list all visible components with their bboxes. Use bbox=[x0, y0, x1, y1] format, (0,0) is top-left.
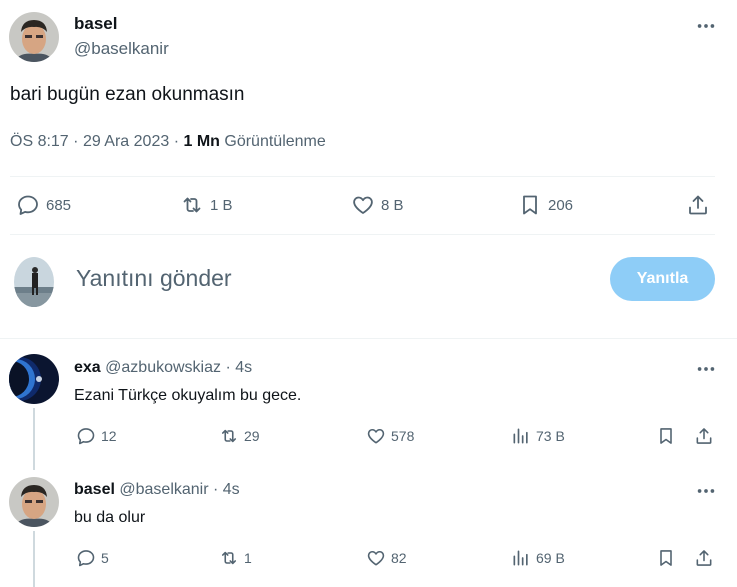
reply-author-handle[interactable]: @azbukowskiaz bbox=[105, 359, 221, 376]
reply-count: 12 bbox=[101, 428, 117, 444]
like-button[interactable]: 8 B bbox=[351, 193, 404, 217]
views-count: 73 B bbox=[536, 428, 565, 444]
reply-separator: · bbox=[213, 481, 219, 498]
like-count: 82 bbox=[391, 550, 407, 566]
reply-button[interactable]: 12 bbox=[76, 426, 117, 446]
author-name[interactable]: basel bbox=[74, 14, 117, 34]
reply-count: 5 bbox=[101, 550, 109, 566]
reply-time[interactable]: 4s bbox=[235, 359, 252, 376]
tweet-date[interactable]: 29 Ara 2023 bbox=[83, 133, 169, 150]
retweet-count: 1 bbox=[244, 550, 252, 566]
heart-icon bbox=[367, 428, 385, 444]
share-icon bbox=[689, 195, 707, 215]
more-options-icon[interactable] bbox=[695, 480, 717, 502]
share-button[interactable] bbox=[694, 426, 714, 446]
share-button[interactable] bbox=[686, 193, 710, 217]
retweet-button[interactable]: 1 bbox=[219, 548, 252, 568]
bookmark-button[interactable] bbox=[656, 548, 676, 568]
reply-text: Ezani Türkçe okuyalım bu gece. bbox=[74, 387, 302, 404]
views-count: 1 Mn bbox=[183, 133, 220, 150]
reply-button[interactable]: 5 bbox=[76, 548, 109, 568]
meta-separator: · bbox=[73, 133, 79, 150]
tweet-time[interactable]: ÖS 8:17 bbox=[10, 133, 69, 150]
bookmark-button[interactable]: 206 bbox=[518, 193, 573, 217]
reply-text: bu da olur bbox=[74, 509, 146, 526]
more-options-icon[interactable] bbox=[695, 358, 717, 380]
bookmark-icon bbox=[660, 550, 672, 566]
reply-input[interactable]: Yanıtını gönder bbox=[76, 265, 232, 292]
reply-author-name[interactable]: basel bbox=[74, 481, 115, 498]
views-label: Görüntülenme bbox=[224, 133, 326, 150]
retweet-icon bbox=[221, 429, 237, 443]
views-button[interactable]: 69 B bbox=[511, 548, 565, 568]
divider bbox=[10, 234, 715, 235]
reply-header: basel @baselkanir · 4s bbox=[74, 481, 240, 499]
retweet-count: 29 bbox=[244, 428, 260, 444]
retweet-count: 1 B bbox=[210, 196, 233, 214]
author-handle[interactable]: @baselkanir bbox=[74, 39, 169, 59]
thread-line bbox=[33, 531, 35, 587]
bookmark-count: 206 bbox=[548, 196, 574, 214]
author-avatar[interactable] bbox=[9, 12, 59, 62]
share-icon bbox=[696, 428, 712, 444]
views-button[interactable]: 73 B bbox=[511, 426, 565, 446]
heart-icon bbox=[353, 196, 373, 214]
retweet-button[interactable]: 1 B bbox=[180, 193, 233, 217]
retweet-icon bbox=[183, 197, 201, 213]
divider bbox=[10, 176, 715, 177]
views-count: 69 B bbox=[536, 550, 565, 566]
bookmark-icon bbox=[523, 195, 537, 215]
reply-time[interactable]: 4s bbox=[223, 481, 240, 498]
reply-count: 685 bbox=[46, 196, 72, 214]
bookmark-button[interactable] bbox=[656, 426, 676, 446]
meta-separator: · bbox=[173, 133, 180, 150]
reply-author-name[interactable]: exa bbox=[74, 359, 101, 376]
reply-button[interactable]: 685 bbox=[16, 193, 71, 217]
like-count: 578 bbox=[391, 428, 415, 444]
retweet-button[interactable]: 29 bbox=[219, 426, 260, 446]
heart-icon bbox=[367, 550, 385, 566]
reply-header: exa @azbukowskiaz · 4s bbox=[74, 359, 252, 377]
tweet-text: bari bugün ezan okunmasın bbox=[10, 84, 245, 105]
thread-line bbox=[33, 408, 35, 470]
like-button[interactable]: 82 bbox=[366, 548, 407, 568]
reply-icon bbox=[18, 195, 38, 215]
current-user-avatar[interactable] bbox=[14, 257, 54, 307]
tweet-meta: ÖS 8:17 · 29 Ara 2023 · 1 Mn Görüntülenm… bbox=[10, 133, 326, 151]
divider bbox=[0, 338, 737, 339]
like-count: 8 B bbox=[381, 196, 404, 214]
reply-separator: · bbox=[225, 359, 231, 376]
reply-author-handle[interactable]: @baselkanir bbox=[119, 481, 208, 498]
reply-icon bbox=[77, 550, 95, 567]
reply-avatar-exa[interactable] bbox=[9, 354, 59, 404]
like-button[interactable]: 578 bbox=[366, 426, 414, 446]
reply-submit-button[interactable]: Yanıtla bbox=[610, 257, 715, 301]
share-icon bbox=[696, 550, 712, 566]
share-button[interactable] bbox=[694, 548, 714, 568]
bookmark-icon bbox=[660, 428, 672, 444]
reply-avatar-basel[interactable] bbox=[9, 477, 59, 527]
reply-icon bbox=[77, 428, 95, 445]
more-options-icon[interactable] bbox=[695, 15, 717, 37]
retweet-icon bbox=[221, 551, 237, 565]
analytics-icon bbox=[513, 550, 528, 566]
analytics-icon bbox=[513, 428, 528, 444]
